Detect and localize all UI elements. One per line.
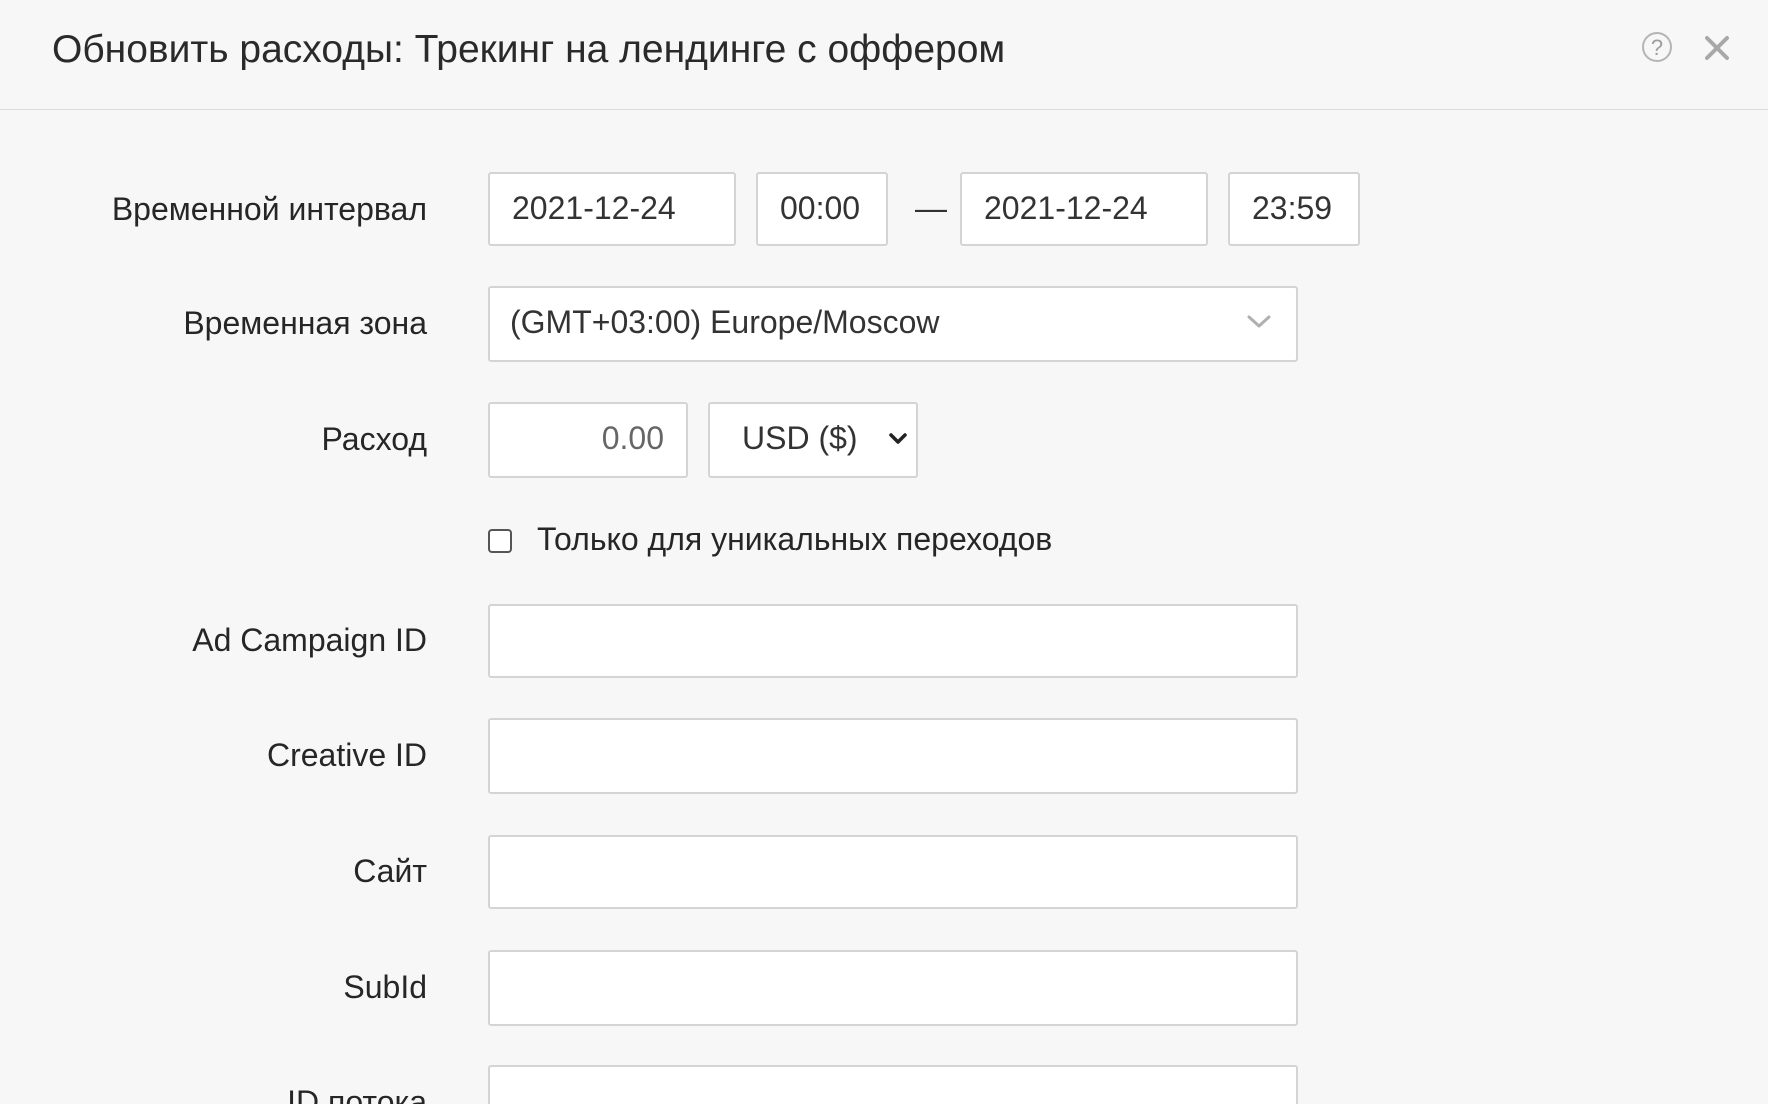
timezone-value: (GMT+03:00) Europe/Moscow — [510, 304, 940, 340]
stream-id-input[interactable] — [488, 1065, 1298, 1104]
cost-input[interactable]: 0.00 — [488, 402, 688, 478]
date-from-input[interactable]: 2021-12-24 — [488, 172, 736, 246]
cost-label: Расход — [321, 421, 427, 457]
dialog-header: Обновить расходы: Трекинг на лендинге с … — [0, 0, 1768, 110]
time-to-input[interactable]: 23:59 — [1228, 172, 1360, 246]
date-to-input[interactable]: 2021-12-24 — [960, 172, 1208, 246]
subid-input[interactable] — [488, 950, 1298, 1026]
ad-campaign-id-input[interactable] — [488, 604, 1298, 678]
site-label: Сайт — [353, 853, 427, 889]
creative-id-label: Creative ID — [266, 737, 427, 773]
site-input[interactable] — [488, 835, 1298, 909]
help-icon[interactable]: ? — [1642, 32, 1672, 62]
time-from-input[interactable]: 00:00 — [756, 172, 888, 246]
subid-label: SubId — [343, 969, 427, 1005]
stream-id-label: ID потока — [287, 1084, 427, 1104]
interval-label: Временной интервал — [111, 191, 427, 227]
currency-select[interactable]: USD ($) — [708, 402, 918, 478]
update-costs-dialog: Обновить расходы: Трекинг на лендинге с … — [0, 0, 1768, 1104]
currency-value: USD ($) — [742, 420, 858, 456]
timezone-select[interactable]: (GMT+03:00) Europe/Moscow — [488, 286, 1298, 362]
unique-only-checkbox[interactable] — [488, 529, 512, 553]
dialog-title: Обновить расходы: Трекинг на лендинге с … — [52, 28, 1006, 71]
timezone-label: Временная зона — [183, 305, 427, 341]
close-icon[interactable] — [1702, 33, 1732, 63]
creative-id-input[interactable] — [488, 718, 1298, 794]
chevron-down-icon — [889, 433, 907, 444]
chevron-down-icon — [1247, 315, 1271, 328]
ad-campaign-id-label: Ad Campaign ID — [192, 622, 427, 658]
unique-only-label[interactable]: Только для уникальных переходов — [537, 518, 1052, 560]
interval-separator: — — [915, 190, 947, 226]
